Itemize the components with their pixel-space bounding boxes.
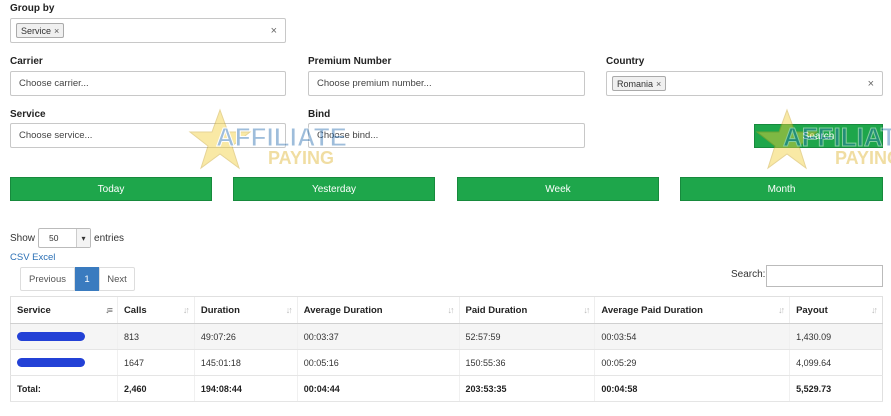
remove-tag-icon[interactable]: × bbox=[54, 26, 59, 36]
today-button[interactable]: Today bbox=[10, 177, 212, 201]
yesterday-button[interactable]: Yesterday bbox=[233, 177, 435, 201]
sort-icon: ↓↑ bbox=[447, 305, 455, 315]
sort-desc-icon: ↓≡ bbox=[105, 305, 113, 315]
paid-duration-cell: 150:55:36 bbox=[458, 349, 595, 376]
country-label: Country bbox=[606, 56, 645, 67]
clear-icon[interactable]: × bbox=[868, 78, 874, 90]
sort-icon: ↓↑ bbox=[182, 305, 190, 315]
duration-total-cell: 194:08:44 bbox=[193, 375, 298, 402]
payout-cell: 1,430.09 bbox=[789, 323, 883, 350]
table-header-row: Service ↓≡ Calls ↓↑ Duration ↓↑ Average Dur… bbox=[10, 296, 883, 324]
remove-tag-icon[interactable]: × bbox=[656, 79, 661, 89]
service-cell bbox=[10, 323, 118, 350]
column-header-duration[interactable]: Duration ↓↑ bbox=[193, 296, 298, 324]
group-by-tag[interactable]: Service × bbox=[16, 23, 65, 38]
average-paid-duration-cell: 00:05:29 bbox=[594, 349, 790, 376]
sort-icon: ↓↑ bbox=[285, 305, 293, 315]
next-button[interactable]: Next bbox=[99, 267, 135, 291]
table-row: 813 49:07:26 00:03:37 52:57:59 00:03:54 … bbox=[10, 323, 883, 350]
calls-total-cell: 2,460 bbox=[116, 375, 195, 402]
country-tag[interactable]: Romania × bbox=[612, 76, 667, 91]
sort-icon: ↓↑ bbox=[778, 305, 785, 315]
column-header-payout[interactable]: Payout ↓↑ bbox=[789, 296, 883, 324]
table-search-input[interactable] bbox=[766, 265, 883, 287]
service-cell bbox=[10, 349, 118, 376]
column-header-average-paid-duration[interactable]: Average Paid Duration ↓↑ bbox=[594, 296, 790, 324]
pagination: Previous 1 Next bbox=[20, 267, 135, 291]
entries-select[interactable]: 50 ▾ bbox=[38, 228, 92, 248]
paid-duration-cell: 52:57:59 bbox=[458, 323, 595, 350]
total-row: Total: 2,460 194:08:44 00:04:44 203:53:3… bbox=[10, 375, 883, 402]
paid-duration-total-cell: 203:53:35 bbox=[458, 375, 595, 402]
total-label-cell: Total: bbox=[10, 375, 118, 402]
carrier-select[interactable]: Choose carrier... bbox=[10, 71, 286, 96]
country-select[interactable]: Romania × × bbox=[606, 71, 883, 96]
average-duration-cell: 00:03:37 bbox=[296, 323, 460, 350]
page-1-button[interactable]: 1 bbox=[75, 267, 99, 291]
column-header-paid-duration[interactable]: Paid Duration ↓↑ bbox=[458, 296, 595, 324]
sort-icon: ↓↑ bbox=[871, 305, 878, 315]
premium-number-select[interactable]: Choose premium number... bbox=[308, 71, 585, 96]
bind-label: Bind bbox=[308, 109, 331, 120]
premium-number-label: Premium Number bbox=[308, 56, 392, 67]
calls-cell: 1647 bbox=[116, 349, 195, 376]
clear-icon[interactable]: × bbox=[271, 25, 277, 37]
watermark-text-paying: PAYING bbox=[835, 148, 891, 168]
column-header-calls[interactable]: Calls ↓↑ bbox=[116, 296, 195, 324]
watermark-text-paying: PAYING bbox=[268, 148, 334, 168]
average-paid-duration-cell: 00:03:54 bbox=[594, 323, 790, 350]
average-duration-total-cell: 00:04:44 bbox=[296, 375, 460, 402]
export-links[interactable]: CSV Excel bbox=[10, 252, 55, 263]
length-control: Show 50 ▾ entries bbox=[10, 228, 124, 248]
table-search-label: Search: bbox=[731, 269, 766, 280]
column-header-service[interactable]: Service ↓≡ bbox=[10, 296, 118, 324]
average-duration-cell: 00:05:16 bbox=[296, 349, 460, 376]
week-button[interactable]: Week bbox=[457, 177, 659, 201]
duration-cell: 49:07:26 bbox=[193, 323, 298, 350]
redaction-mark bbox=[17, 332, 85, 341]
sort-icon: ↓↑ bbox=[583, 305, 590, 315]
service-label: Service bbox=[10, 109, 46, 120]
payout-cell: 4,099.64 bbox=[789, 349, 883, 376]
redaction-mark bbox=[17, 358, 85, 367]
group-by-select[interactable]: Service × × bbox=[10, 18, 286, 43]
results-table: Service ↓≡ Calls ↓↑ Duration ↓↑ Average Dur… bbox=[10, 296, 883, 402]
previous-button[interactable]: Previous bbox=[20, 267, 75, 291]
month-button[interactable]: Month bbox=[680, 177, 883, 201]
duration-cell: 145:01:18 bbox=[193, 349, 298, 376]
group-by-label: Group by bbox=[10, 3, 55, 14]
search-button[interactable]: Search bbox=[754, 124, 883, 148]
column-header-average-duration[interactable]: Average Duration ↓↑ bbox=[296, 296, 460, 324]
table-row: 1647 145:01:18 00:05:16 150:55:36 00:05:… bbox=[10, 349, 883, 376]
payout-total-cell: 5,529.73 bbox=[789, 375, 883, 402]
chevron-down-icon: ▾ bbox=[76, 229, 91, 247]
calls-cell: 813 bbox=[116, 323, 195, 350]
bind-select[interactable]: Choose bind... bbox=[308, 123, 585, 148]
average-paid-duration-total-cell: 00:04:58 bbox=[594, 375, 790, 402]
service-select[interactable]: Choose service... bbox=[10, 123, 286, 148]
carrier-label: Carrier bbox=[10, 56, 43, 67]
